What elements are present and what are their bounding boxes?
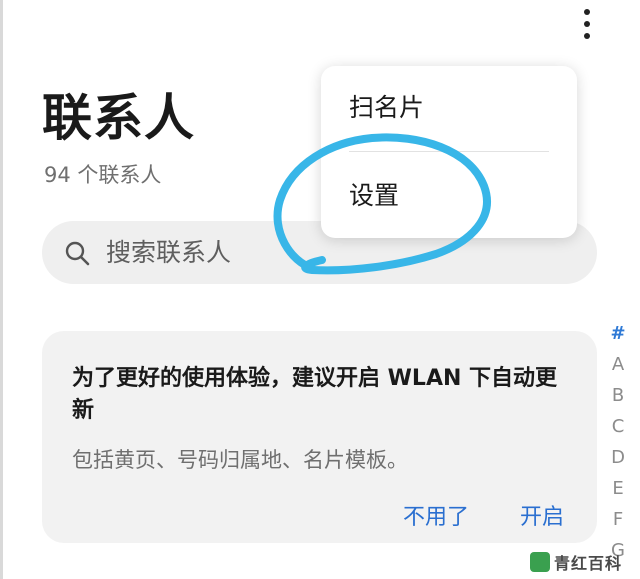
index-letter[interactable]: A [612,349,624,380]
index-letter[interactable]: F [613,504,623,535]
index-letter[interactable]: # [610,318,625,349]
more-vertical-icon [584,9,590,15]
index-letter[interactable]: E [612,473,623,504]
more-options-button[interactable] [572,4,602,44]
contact-count: 94 个联系人 [44,163,162,187]
menu-item-settings[interactable]: 设置 [349,176,399,216]
index-letter[interactable]: B [612,380,624,411]
wlan-card-title: 为了更好的使用体验，建议开启 WLAN 下自动更新 [72,366,558,423]
page-title: 联系人 [42,89,195,147]
enable-button[interactable]: 开启 [520,502,564,534]
watermark-logo-icon [530,552,550,572]
menu-divider [349,151,549,152]
watermark-text: 青红百科 [554,554,623,573]
wlan-card-description: 包括黄页、号码归属地、名片模板。 [72,448,408,472]
decline-button[interactable]: 不用了 [403,502,469,534]
index-letter[interactable]: C [612,411,625,442]
search-icon [65,241,90,266]
menu-item-scan-card[interactable]: 扫名片 [349,88,424,128]
watermark: 青红百科 [530,547,638,577]
alphabet-index[interactable]: # A B C D E F G [604,318,632,566]
screen-edge [0,0,3,579]
index-letter[interactable]: D [611,442,625,473]
search-input[interactable]: 搜索联系人 [106,221,231,284]
